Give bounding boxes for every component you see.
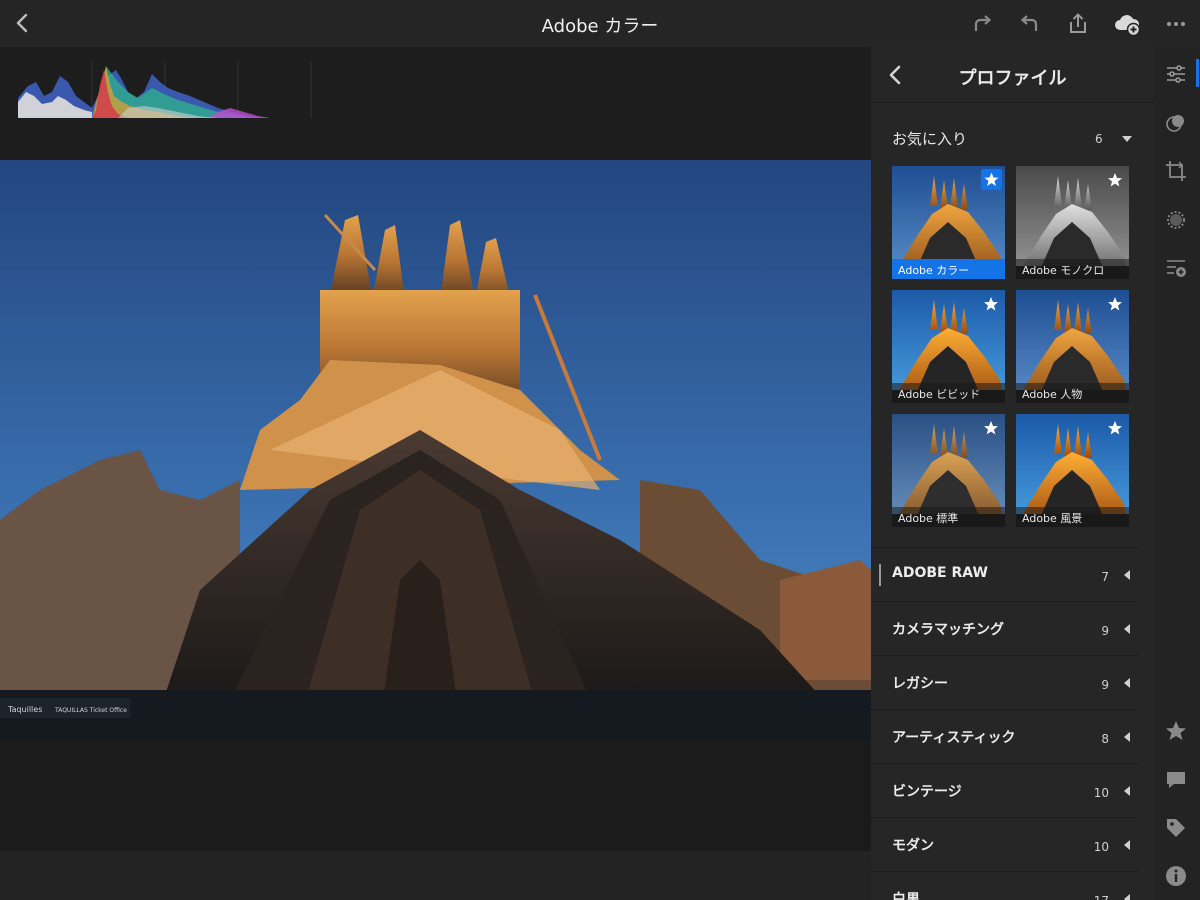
category-count: 17 <box>1089 894 1109 900</box>
profile-thumbnail[interactable]: Adobe 人物 <box>1016 290 1129 403</box>
expand-left-icon[interactable] <box>1123 785 1131 797</box>
comment-icon[interactable] <box>1164 768 1188 792</box>
category-label: アーティスティック <box>892 730 1016 746</box>
profile-panel: プロファイル お気に入り 6 Adobe カラー Adobe モノクロ Adobe … <box>871 47 1154 900</box>
photo-canvas: Taquilles TAQUILLAS Ticket Office <box>0 160 871 740</box>
category-label: レガシー <box>892 676 948 692</box>
category-count: 10 <box>1093 786 1109 800</box>
thumbnail-label: Adobe カラー <box>892 259 1005 279</box>
sliders-icon[interactable] <box>1164 62 1188 86</box>
panel-title: プロファイル <box>958 68 1067 89</box>
share-icon[interactable] <box>1066 12 1090 36</box>
panel-header: プロファイル <box>871 47 1154 103</box>
thumbnail-label: Adobe 人物 <box>1016 383 1129 403</box>
more-icon[interactable] <box>1164 12 1188 36</box>
category-label: 白黒 <box>892 892 920 900</box>
top-bar: Adobe カラー <box>0 0 1200 47</box>
filter-sliders-icon[interactable] <box>1164 256 1188 280</box>
ticket-sign-left: Taquilles <box>7 705 42 714</box>
info-icon[interactable] <box>1164 864 1188 888</box>
right-tool-rail <box>1154 47 1200 900</box>
histogram-area <box>0 47 871 160</box>
category-count: 7 <box>1101 570 1109 584</box>
expand-left-icon[interactable] <box>1123 569 1131 581</box>
category-label: カメラマッチング <box>892 622 1004 638</box>
profile-category-row[interactable]: 白黒 17 <box>871 872 1139 900</box>
expand-left-icon[interactable] <box>1123 839 1131 851</box>
favorite-star-icon[interactable] <box>1107 172 1123 188</box>
redo-icon[interactable] <box>970 12 994 36</box>
crop-icon[interactable] <box>1164 159 1188 183</box>
thumbnail-label: Adobe モノクロ <box>1016 259 1129 279</box>
category-count: 8 <box>1101 732 1109 746</box>
profile-category-row[interactable]: レガシー 9 <box>871 656 1139 710</box>
category-count: 9 <box>1101 624 1109 638</box>
favorite-star-icon[interactable] <box>981 169 1002 190</box>
thumbnail-label: Adobe 標準 <box>892 507 1005 527</box>
favorite-star-icon[interactable] <box>1107 296 1123 312</box>
profile-category-row[interactable]: モダン 10 <box>871 818 1139 872</box>
category-label: ビンテージ <box>892 784 962 800</box>
presets-icon[interactable] <box>1164 111 1188 135</box>
tag-icon[interactable] <box>1164 816 1188 840</box>
category-label: モダン <box>892 838 934 854</box>
favorite-star-icon[interactable] <box>983 296 999 312</box>
histogram <box>18 62 312 118</box>
category-label: ADOBE RAW <box>892 565 988 581</box>
thumbnail-label: Adobe ビビッド <box>892 383 1005 403</box>
expand-down-icon[interactable] <box>1121 134 1133 144</box>
active-category-indicator <box>879 564 881 586</box>
profile-thumbnail[interactable]: Adobe ビビッド <box>892 290 1005 403</box>
favorites-count: 6 <box>1095 132 1103 146</box>
profile-category-row[interactable]: カメラマッチング 9 <box>871 602 1139 656</box>
expand-left-icon[interactable] <box>1123 677 1131 689</box>
profile-thumbnail[interactable]: Adobe カラー <box>892 166 1005 279</box>
thumbnail-label: Adobe 風景 <box>1016 507 1129 527</box>
expand-left-icon[interactable] <box>1123 893 1131 900</box>
cloud-add-icon[interactable] <box>1113 11 1141 37</box>
profile-thumbnail[interactable]: Adobe 標準 <box>892 414 1005 527</box>
profile-thumbnail[interactable]: Adobe モノクロ <box>1016 166 1129 279</box>
ticket-sign-right: TAQUILLAS Ticket Office <box>54 707 127 714</box>
favorite-star-icon[interactable] <box>1107 420 1123 436</box>
category-count: 9 <box>1101 678 1109 692</box>
active-tool-indicator <box>1196 59 1199 87</box>
healing-icon[interactable] <box>1164 208 1188 232</box>
canvas-background <box>0 740 871 851</box>
favorites-label: お気に入り <box>892 130 968 148</box>
expand-left-icon[interactable] <box>1123 623 1131 635</box>
profile-category-row[interactable]: ビンテージ 10 <box>871 764 1139 818</box>
favorite-star-icon[interactable] <box>983 420 999 436</box>
favorites-header[interactable]: お気に入り 6 <box>871 125 1154 153</box>
undo-icon[interactable] <box>1018 12 1042 36</box>
profile-category-row[interactable]: アーティスティック 8 <box>871 710 1139 764</box>
profile-category-row[interactable]: ADOBE RAW 7 <box>871 548 1139 602</box>
profile-thumbnail[interactable]: Adobe 風景 <box>1016 414 1129 527</box>
main-photo[interactable]: Taquilles TAQUILLAS Ticket Office <box>0 160 871 740</box>
star-icon[interactable] <box>1164 719 1188 743</box>
bottom-toolbar <box>0 851 871 900</box>
expand-left-icon[interactable] <box>1123 731 1131 743</box>
category-count: 10 <box>1093 840 1109 854</box>
